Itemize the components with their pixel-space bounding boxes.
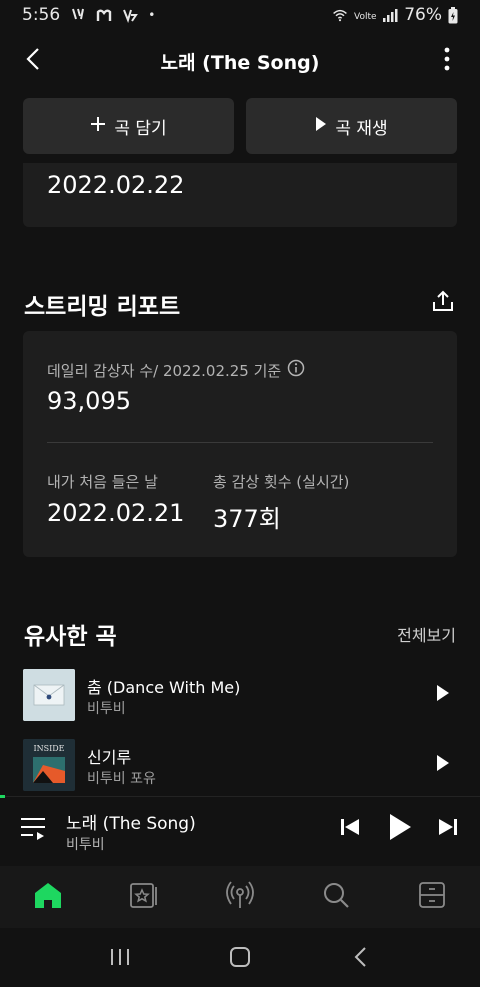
back-system-button[interactable] — [340, 939, 380, 979]
divider — [47, 442, 433, 443]
cover-text: INSIDE — [33, 744, 64, 753]
system-navigation — [0, 930, 480, 987]
nav-podcast[interactable] — [192, 866, 288, 928]
similar-songs-title: 유사한 곡 — [24, 624, 117, 650]
melon-icon — [96, 7, 112, 23]
skip-previous-icon — [340, 817, 360, 841]
chevron-left-icon — [353, 946, 367, 972]
page-title: 노래 (The Song) — [160, 51, 320, 74]
add-to-playlist-button[interactable]: 곡 담기 — [23, 98, 234, 154]
daily-listeners-value: 93,095 — [47, 387, 131, 415]
song-title: 신기루 — [87, 748, 132, 767]
streaming-report-title: 스트리밍 리포트 — [24, 294, 181, 320]
battery-icon — [448, 6, 458, 23]
recent-apps-button[interactable] — [100, 939, 140, 979]
play-icon — [388, 813, 412, 845]
app-icon — [122, 7, 139, 23]
svg-text:Volte: Volte — [354, 12, 376, 21]
first-listened-value: 2022.02.21 — [47, 499, 185, 527]
album-cover — [23, 669, 75, 721]
square-home-icon — [229, 946, 251, 972]
nav-storage[interactable] — [384, 866, 480, 928]
info-icon[interactable] — [287, 359, 305, 381]
app-header: 노래 (The Song) — [0, 38, 480, 84]
now-playing-title: 노래 (The Song) — [66, 814, 196, 834]
album-cover: INSIDE — [23, 739, 75, 791]
next-button[interactable] — [434, 811, 462, 847]
play-icon — [315, 116, 327, 137]
first-listened-label: 내가 처음 들은 날 — [47, 473, 158, 491]
daily-listeners-label: 데일리 감상자 수/ 2022.02.25 기준 — [47, 361, 282, 380]
more-options-button[interactable] — [428, 42, 466, 80]
play-icon — [436, 684, 450, 706]
total-plays-label: 총 감상 횟수 (실시간) — [213, 473, 350, 491]
see-all-link[interactable]: 전체보기 — [397, 622, 456, 646]
share-button[interactable] — [428, 288, 458, 318]
queue-icon — [20, 818, 48, 845]
library-icon — [129, 881, 159, 913]
playback-progress-bar — [0, 795, 5, 798]
plus-icon — [90, 116, 106, 137]
play-icon — [436, 754, 450, 776]
song-artist: 비투비 포유 — [87, 771, 156, 787]
list-item[interactable]: INSIDE 신기루 비투비 포유 — [23, 739, 457, 791]
play-pause-button[interactable] — [382, 811, 418, 847]
release-date: 2022.02.22 — [47, 171, 185, 199]
skip-next-icon — [438, 817, 458, 841]
nav-home[interactable] — [0, 866, 96, 928]
nav-search[interactable] — [288, 866, 384, 928]
storage-icon — [418, 881, 446, 913]
status-bar: 5:56 • Volte 76% — [0, 0, 480, 30]
total-plays-value: 377회 — [213, 505, 281, 533]
more-vertical-icon — [444, 47, 450, 75]
playlist-queue-button[interactable] — [20, 815, 50, 845]
song-title: 춤 (Dance With Me) — [87, 678, 241, 697]
add-button-label: 곡 담기 — [114, 118, 167, 139]
signal-icon — [382, 7, 398, 23]
action-row: 곡 담기 곡 재생 — [23, 98, 457, 154]
status-time: 5:56 — [22, 5, 61, 25]
previous-button[interactable] — [336, 811, 364, 847]
volte-icon: Volte — [354, 7, 376, 23]
battery-percent: 76% — [404, 5, 442, 25]
home-system-button[interactable] — [220, 939, 260, 979]
recent-apps-icon — [109, 947, 131, 971]
mini-player[interactable]: 노래 (The Song) 비투비 — [0, 795, 480, 864]
streaming-report-card: 데일리 감상자 수/ 2022.02.25 기준 93,095 내가 처음 들은… — [23, 331, 457, 557]
song-play-button[interactable] — [429, 681, 457, 709]
search-icon — [322, 881, 350, 913]
release-info-card: 2022.02.22 — [23, 163, 457, 227]
podcast-icon — [225, 880, 255, 914]
list-item[interactable]: 춤 (Dance With Me) 비투비 — [23, 669, 457, 721]
status-dot: • — [148, 8, 156, 22]
share-icon — [431, 289, 455, 317]
play-songs-button[interactable]: 곡 재생 — [246, 98, 457, 154]
notification-icon — [70, 7, 86, 23]
chevron-left-icon — [26, 47, 40, 75]
wifi-icon — [332, 7, 348, 23]
nav-library[interactable] — [96, 866, 192, 928]
now-playing-artist: 비투비 — [66, 837, 105, 853]
play-button-label: 곡 재생 — [335, 118, 388, 139]
home-icon — [33, 881, 63, 913]
back-button[interactable] — [14, 42, 52, 80]
song-play-button[interactable] — [429, 751, 457, 779]
daily-listeners-label-row: 데일리 감상자 수/ 2022.02.25 기준 — [47, 359, 305, 381]
bottom-navigation — [0, 866, 480, 928]
song-artist: 비투비 — [87, 701, 126, 717]
